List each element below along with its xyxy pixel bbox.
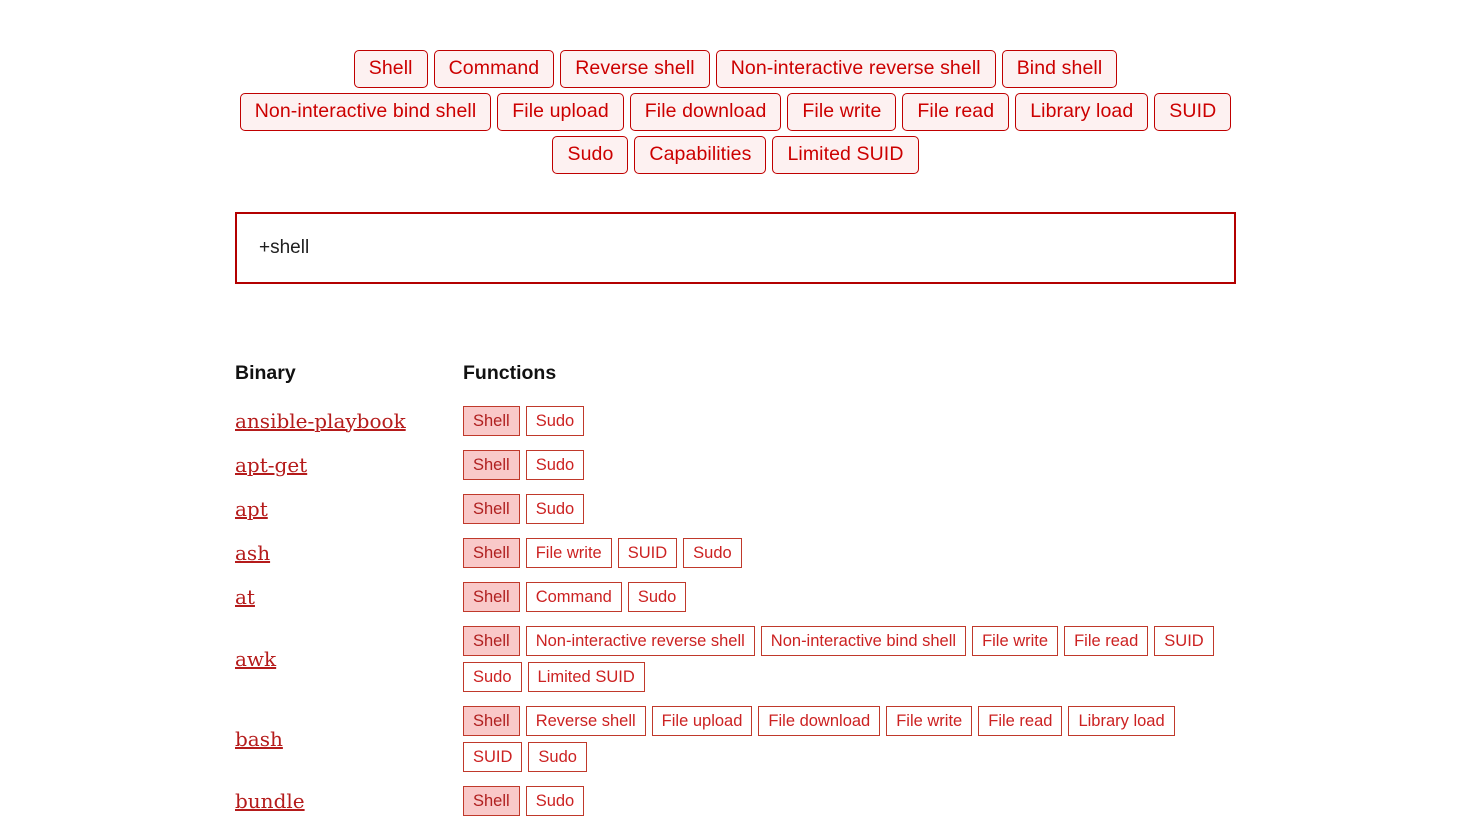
function-badge-file-upload[interactable]: File upload [651, 706, 753, 736]
functions-cell: Shell Non-interactive reverse shell Non-in… [449, 619, 1236, 699]
function-badge-sudo[interactable]: Sudo [627, 582, 687, 612]
function-badge-sudo[interactable]: Sudo [528, 742, 587, 772]
function-badge-shell[interactable]: Shell [463, 626, 520, 656]
function-badge-list: Shell File write SUID Sudo [463, 538, 1236, 568]
binary-cell: ash [235, 531, 449, 575]
binary-link[interactable]: apt-get [235, 453, 307, 477]
binary-link[interactable]: ash [235, 541, 270, 565]
filter-tag-bind-shell[interactable]: Bind shell [1001, 50, 1118, 88]
function-badge-sudo[interactable]: Sudo [525, 450, 585, 480]
filter-tag-file-write[interactable]: File write [787, 93, 897, 131]
function-badge-sudo[interactable]: Sudo [525, 406, 585, 436]
binary-cell: at [235, 575, 449, 619]
functions-cell: Shell Command Sudo [449, 575, 1236, 619]
filter-tag-file-download[interactable]: File download [629, 93, 782, 131]
filter-tag-limited-suid[interactable]: Limited SUID [772, 136, 919, 174]
binary-link[interactable]: bash [235, 727, 283, 751]
results-container: Binary Functions ansible-playbook Shell Su… [235, 362, 1236, 823]
functions-cell: Shell Sudo [449, 779, 1236, 823]
function-badge-suid[interactable]: SUID [1154, 626, 1214, 656]
functions-cell: Shell File write SUID Sudo [449, 531, 1236, 575]
results-table: Binary Functions ansible-playbook Shell Su… [235, 362, 1236, 823]
binary-cell: apt [235, 487, 449, 531]
search-container [235, 212, 1236, 284]
function-badge-shell[interactable]: Shell [463, 786, 520, 816]
function-badge-sudo[interactable]: Sudo [525, 494, 585, 524]
function-badge-shell[interactable]: Shell [463, 406, 520, 436]
filter-tag-cloud: Shell Command Reverse shell Non-interactive… [236, 50, 1236, 174]
function-badge-shell[interactable]: Shell [463, 538, 520, 568]
functions-cell: Shell Sudo [449, 399, 1236, 443]
function-badge-sudo[interactable]: Sudo [463, 662, 522, 692]
function-badge-reverse-shell[interactable]: Reverse shell [525, 706, 646, 736]
function-badge-shell[interactable]: Shell [463, 706, 520, 736]
binary-link[interactable]: ansible-playbook [235, 409, 406, 433]
function-badge-list: Shell Non-interactive reverse shell Non-in… [463, 626, 1236, 692]
function-badge-limited-suid[interactable]: Limited SUID [527, 662, 645, 692]
filter-tag-file-read[interactable]: File read [902, 93, 1010, 131]
column-header-functions: Functions [463, 362, 557, 384]
table-header-row: Binary Functions [235, 362, 1236, 399]
function-badge-list: Shell Command Sudo [463, 582, 1236, 612]
function-badge-command[interactable]: Command [525, 582, 622, 612]
function-badge-file-write[interactable]: File write [886, 706, 973, 736]
functions-cell: Shell Sudo [449, 487, 1236, 531]
functions-cell: Shell Reverse shell File upload File downlo… [449, 699, 1236, 779]
binary-cell: apt-get [235, 443, 449, 487]
table-row: ansible-playbook Shell Sudo [235, 399, 1236, 443]
function-badge-shell[interactable]: Shell [463, 494, 520, 524]
filter-tag-file-upload[interactable]: File upload [497, 93, 624, 131]
table-row: at Shell Command Sudo [235, 575, 1236, 619]
search-input[interactable] [235, 212, 1236, 284]
function-badge-file-download[interactable]: File download [758, 706, 881, 736]
function-badge-non-interactive-bind-shell[interactable]: Non-interactive bind shell [760, 626, 967, 656]
binary-link[interactable]: bundle [235, 789, 305, 813]
binary-link[interactable]: awk [235, 647, 276, 671]
results-table-body: ansible-playbook Shell Sudo apt-get Shell Sud… [235, 399, 1236, 823]
function-badge-file-write[interactable]: File write [525, 538, 612, 568]
function-badge-list: Shell Reverse shell File upload File downlo… [463, 706, 1236, 772]
binary-link[interactable]: apt [235, 497, 268, 521]
function-badge-library-load[interactable]: Library load [1068, 706, 1175, 736]
filter-tag-sudo[interactable]: Sudo [552, 136, 629, 174]
binary-cell: ansible-playbook [235, 399, 449, 443]
function-badge-sudo[interactable]: Sudo [683, 538, 742, 568]
function-badge-shell[interactable]: Shell [463, 582, 520, 612]
filter-tag-command[interactable]: Command [433, 50, 555, 88]
table-row: awk Shell Non-interactive reverse shell Non… [235, 619, 1236, 699]
table-row: apt Shell Sudo [235, 487, 1236, 531]
table-row: bundle Shell Sudo [235, 779, 1236, 823]
function-badge-sudo[interactable]: Sudo [525, 786, 585, 816]
function-badge-non-interactive-reverse-shell[interactable]: Non-interactive reverse shell [525, 626, 755, 656]
binary-link[interactable]: at [235, 585, 255, 609]
function-badge-list: Shell Sudo [463, 406, 1236, 436]
functions-cell: Shell Sudo [449, 443, 1236, 487]
function-badge-file-read[interactable]: File read [1064, 626, 1149, 656]
function-badge-list: Shell Sudo [463, 786, 1236, 816]
table-row: ash Shell File write SUID Sudo [235, 531, 1236, 575]
function-badge-suid[interactable]: SUID [463, 742, 523, 772]
column-header-binary: Binary [235, 362, 296, 384]
function-badge-list: Shell Sudo [463, 450, 1236, 480]
function-badge-file-write[interactable]: File write [972, 626, 1059, 656]
table-row: bash Shell Reverse shell File upload File do… [235, 699, 1236, 779]
filter-tag-non-interactive-reverse-shell[interactable]: Non-interactive reverse shell [715, 50, 996, 88]
filter-tag-non-interactive-bind-shell[interactable]: Non-interactive bind shell [239, 93, 492, 131]
results-table-head: Binary Functions [235, 362, 1236, 399]
page-root: Shell Command Reverse shell Non-interactive… [0, 0, 1471, 840]
function-badge-suid[interactable]: SUID [617, 538, 678, 568]
function-badge-file-read[interactable]: File read [978, 706, 1063, 736]
binary-cell: bundle [235, 779, 449, 823]
binary-cell: awk [235, 619, 449, 699]
filter-tag-shell[interactable]: Shell [353, 50, 428, 88]
filter-tag-library-load[interactable]: Library load [1015, 93, 1149, 131]
function-badge-shell[interactable]: Shell [463, 450, 520, 480]
filter-tag-suid[interactable]: SUID [1154, 93, 1232, 131]
table-row: apt-get Shell Sudo [235, 443, 1236, 487]
filter-tag-reverse-shell[interactable]: Reverse shell [560, 50, 710, 88]
function-badge-list: Shell Sudo [463, 494, 1236, 524]
filter-tag-capabilities[interactable]: Capabilities [634, 136, 767, 174]
binary-cell: bash [235, 699, 449, 779]
